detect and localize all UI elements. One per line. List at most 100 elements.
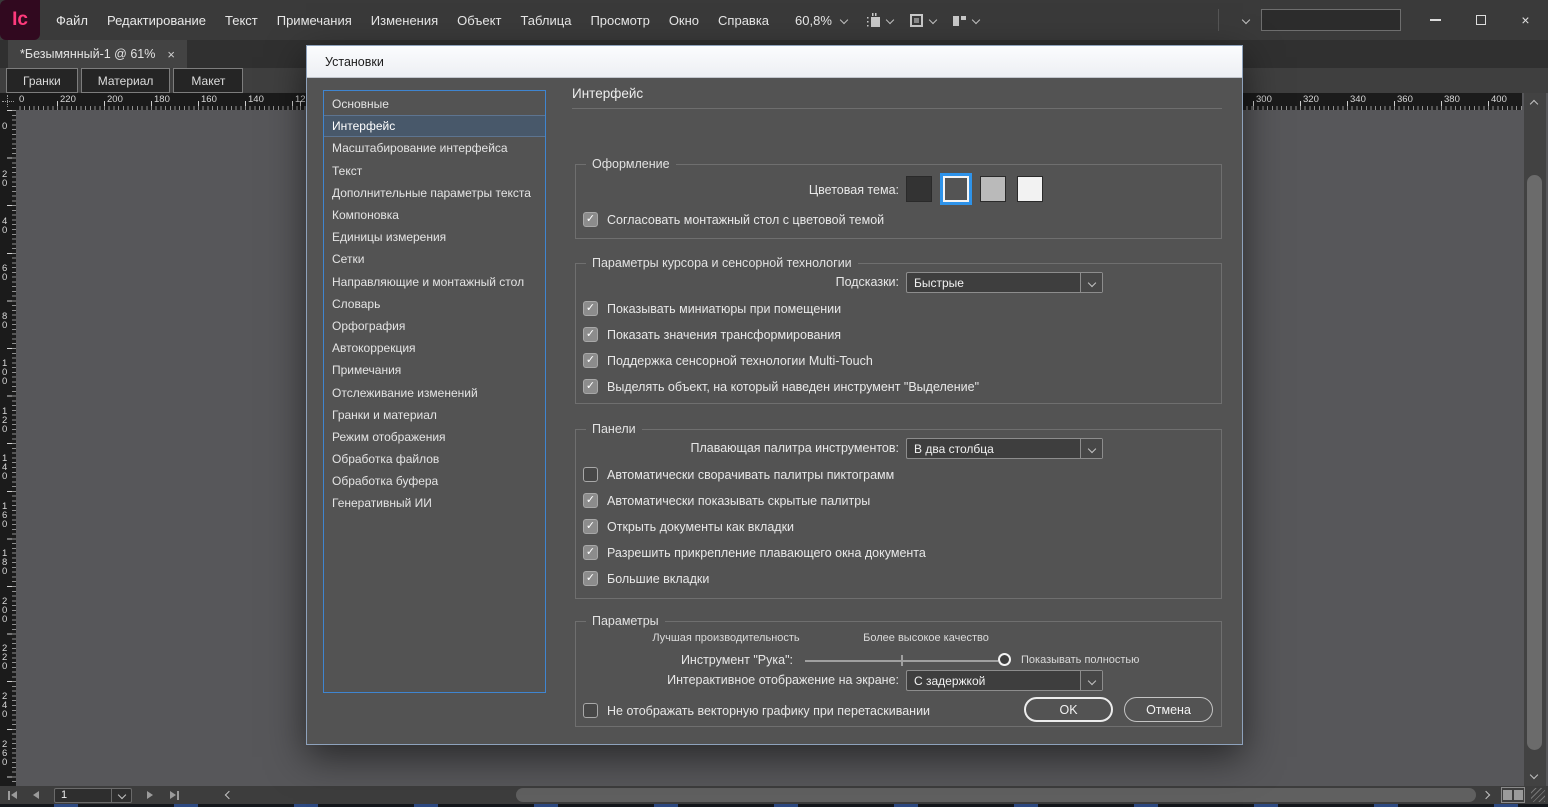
chevron-down-icon <box>840 16 848 24</box>
sidebar-item[interactable]: Сетки <box>324 248 545 270</box>
screen-mode-button[interactable] <box>904 9 940 32</box>
dialog-title-bar[interactable]: Установки <box>307 46 1242 78</box>
ok-button[interactable]: OK <box>1024 697 1113 722</box>
checkbox[interactable]: ✓ <box>583 545 598 560</box>
color-theme-swatch[interactable] <box>906 176 932 202</box>
page-dropdown-button[interactable] <box>111 789 131 802</box>
ruler-label: 40 <box>2 217 10 235</box>
color-theme-swatch[interactable] <box>1017 176 1043 202</box>
sidebar-item[interactable]: Масштабирование интерфейса <box>324 137 545 159</box>
checkbox[interactable]: ✓ <box>583 519 598 534</box>
menu-item[interactable]: Окно <box>669 13 699 28</box>
maximize-button[interactable] <box>1458 4 1503 36</box>
scroll-right-icon[interactable] <box>1482 791 1490 799</box>
close-button[interactable]: × <box>1503 4 1548 36</box>
search-input[interactable] <box>1261 9 1401 31</box>
group-title: Параметры <box>586 614 665 628</box>
screen-mode-icon <box>908 12 925 29</box>
spread-view-icon[interactable] <box>1501 787 1525 803</box>
sidebar-item[interactable]: Автокоррекция <box>324 337 545 359</box>
sidebar-item[interactable]: Единицы измерения <box>324 226 545 248</box>
cancel-button[interactable]: Отмена <box>1124 697 1213 722</box>
scroll-up-icon[interactable] <box>1530 100 1538 108</box>
sidebar-item[interactable]: Дополнительные параметры текста <box>324 182 545 204</box>
next-page-button[interactable] <box>138 786 162 804</box>
checkbox[interactable]: ✓ <box>583 353 598 368</box>
checkbox[interactable] <box>583 467 598 482</box>
minimize-button[interactable] <box>1413 4 1458 36</box>
checkbox[interactable]: ✓ <box>583 379 598 394</box>
color-theme-swatch[interactable] <box>980 176 1006 202</box>
view-options-button[interactable] <box>861 9 897 32</box>
last-page-button[interactable] <box>162 786 186 804</box>
checkbox[interactable]: ✓ <box>583 327 598 342</box>
workspace-chevron-icon[interactable] <box>1242 16 1250 24</box>
heading-divider <box>572 108 1222 109</box>
first-page-button[interactable] <box>0 786 24 804</box>
ruler-label: 140 <box>2 454 10 481</box>
horizontal-scrollbar-thumb[interactable] <box>516 788 1476 802</box>
color-theme-swatch[interactable] <box>943 176 969 202</box>
floating-toolbar-label: Плавающая палитра инструментов: <box>579 441 899 455</box>
sidebar-item[interactable]: Компоновка <box>324 204 545 226</box>
sidebar-item[interactable]: Обработка файлов <box>324 448 545 470</box>
ruler-origin-corner[interactable] <box>0 93 16 110</box>
view-tab[interactable]: Материал <box>81 68 171 93</box>
checkbox[interactable]: ✓ <box>583 212 598 227</box>
sidebar-item[interactable]: Обработка буфера <box>324 470 545 492</box>
menu-item[interactable]: Справка <box>718 13 769 28</box>
checkbox[interactable] <box>583 703 598 718</box>
dropdown-button[interactable] <box>1080 273 1102 292</box>
sidebar-item[interactable]: Отслеживание изменений <box>324 381 545 403</box>
menu-item[interactable]: Файл <box>56 13 88 28</box>
sidebar-item[interactable]: Текст <box>324 160 545 182</box>
document-tab[interactable]: *Безымянный-1 @ 61% × <box>8 40 187 68</box>
view-tab[interactable]: Гранки <box>6 68 78 93</box>
vertical-scrollbar-thumb[interactable] <box>1527 175 1542 750</box>
checkbox[interactable]: ✓ <box>583 301 598 316</box>
vertical-scrollbar[interactable] <box>1524 93 1546 786</box>
menu-item[interactable]: Редактирование <box>107 13 206 28</box>
menu-item[interactable]: Изменения <box>371 13 438 28</box>
sidebar-item[interactable]: Гранки и материал <box>324 404 545 426</box>
dropdown-button[interactable] <box>1080 439 1102 458</box>
preferences-content: Интерфейс Оформление Цветовая тема: ✓Сог… <box>566 78 1223 745</box>
live-screen-drawing-label: Интерактивное отображение на экране: <box>579 673 899 687</box>
group-panels: Панели Плавающая палитра инструментов: В… <box>575 429 1222 599</box>
scroll-left-icon[interactable] <box>225 791 233 799</box>
menu-item[interactable]: Объект <box>457 13 501 28</box>
sidebar-item[interactable]: Орфография <box>324 315 545 337</box>
live-screen-drawing-dropdown[interactable]: С задержкой <box>906 670 1103 691</box>
page-number-field[interactable]: 1 <box>54 788 132 803</box>
checkbox[interactable]: ✓ <box>583 493 598 508</box>
sidebar-item[interactable]: Интерфейс <box>324 115 545 137</box>
tab-close-icon[interactable]: × <box>167 47 175 62</box>
menu-item[interactable]: Текст <box>225 13 258 28</box>
dropdown-button[interactable] <box>1080 671 1102 690</box>
checkbox-row: ✓Автоматически показывать скрытые палитр… <box>583 492 1211 509</box>
tooltips-label: Подсказки: <box>579 275 899 289</box>
tooltips-dropdown[interactable]: Быстрые <box>906 272 1103 293</box>
sidebar-item[interactable]: Направляющие и монтажный стол <box>324 271 545 293</box>
view-options-icon <box>865 12 882 29</box>
arrange-documents-button[interactable] <box>947 9 983 32</box>
zoom-level-control[interactable]: 60,8% <box>795 13 847 28</box>
previous-page-button[interactable] <box>24 786 48 804</box>
scroll-down-icon[interactable] <box>1530 771 1538 779</box>
menu-item[interactable]: Таблица <box>520 13 571 28</box>
chevron-down-icon <box>117 791 125 799</box>
sidebar-item[interactable]: Генеративный ИИ <box>324 492 545 514</box>
sidebar-item[interactable]: Режим отображения <box>324 426 545 448</box>
horizontal-scrollbar[interactable] <box>226 786 1491 804</box>
floating-toolbar-dropdown[interactable]: В два столбца <box>906 438 1103 459</box>
checkbox-label: Показать значения трансформирования <box>607 328 841 342</box>
menu-item[interactable]: Примечания <box>277 13 352 28</box>
sidebar-item[interactable]: Примечания <box>324 359 545 381</box>
sidebar-item[interactable]: Словарь <box>324 293 545 315</box>
sidebar-item[interactable]: Основные <box>324 93 545 115</box>
slider-thumb[interactable] <box>998 653 1011 666</box>
menu-item[interactable]: Просмотр <box>590 13 649 28</box>
checkbox[interactable]: ✓ <box>583 571 598 586</box>
view-tab[interactable]: Макет <box>173 68 243 93</box>
color-theme-swatches <box>906 176 1043 202</box>
